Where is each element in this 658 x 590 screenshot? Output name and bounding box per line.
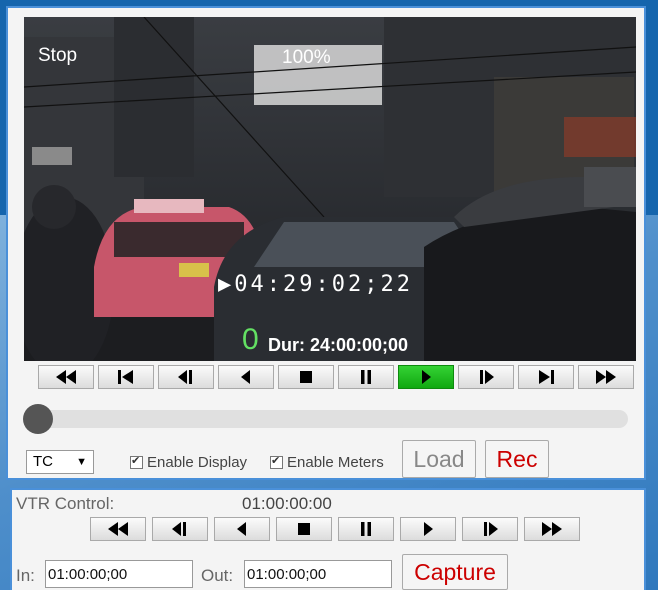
pause-icon <box>361 522 371 536</box>
duration-overlay: Dur: 24:00:00;00 <box>268 335 409 355</box>
timecode-overlay: ▶04:29:02;22 <box>218 272 413 297</box>
capture-button[interactable]: Capture <box>402 554 508 590</box>
step-back-button[interactable] <box>158 365 214 389</box>
step-forward-icon <box>480 370 494 384</box>
go-to-start-button[interactable] <box>98 365 154 389</box>
vtr-stop-button[interactable] <box>276 517 332 541</box>
vtr-play-button[interactable] <box>400 517 456 541</box>
stop-icon <box>300 371 312 383</box>
enable-meters-label: Enable Meters <box>287 454 384 471</box>
vtr-control-panel: VTR Control: 01:00:00:00 In: 01:00:00;00… <box>10 488 646 590</box>
vtr-reverse-play-button[interactable] <box>214 517 270 541</box>
dropdown-arrow-icon: ▼ <box>76 456 87 468</box>
player-panel: Stop 100% ▶04:29:02;22 0 Dur: 24:00:00;0… <box>6 6 646 480</box>
step-back-icon <box>172 522 186 536</box>
in-point-field[interactable]: 01:00:00;00 <box>45 560 193 588</box>
rewind-button[interactable] <box>38 365 94 389</box>
play-button[interactable] <box>398 365 454 389</box>
fast-forward-icon <box>542 522 562 536</box>
rewind-icon <box>56 370 76 384</box>
timecode-mode-value: TC <box>33 453 53 470</box>
enable-display-label: Enable Display <box>147 454 248 471</box>
rewind-icon <box>108 522 128 536</box>
pause-icon <box>361 370 371 384</box>
checkbox-checked-icon <box>270 454 283 469</box>
go-to-start-icon <box>118 370 133 384</box>
stop-button[interactable] <box>278 365 334 389</box>
step-back-icon <box>178 370 192 384</box>
timecode-mode-select[interactable]: TC ▼ <box>26 450 94 474</box>
go-to-end-button[interactable] <box>518 365 574 389</box>
play-icon <box>424 522 433 536</box>
playback-speed: 100% <box>282 47 331 68</box>
out-point-label: Out: <box>201 566 234 585</box>
transport-controls <box>38 365 634 389</box>
reverse-play-icon <box>237 522 246 536</box>
vtr-step-forward-button[interactable] <box>462 517 518 541</box>
step-forward-icon <box>484 522 498 536</box>
position-slider[interactable] <box>23 404 628 434</box>
vtr-fast-forward-button[interactable] <box>524 517 580 541</box>
checkbox-checked-icon <box>130 454 143 469</box>
step-forward-button[interactable] <box>458 365 514 389</box>
in-point-label: In: <box>16 566 35 585</box>
pause-button[interactable] <box>338 365 394 389</box>
vtr-rewind-button[interactable] <box>90 517 146 541</box>
enable-display-checkbox[interactable]: Enable Display <box>130 454 247 471</box>
vtr-pause-button[interactable] <box>338 517 394 541</box>
play-icon <box>422 370 431 384</box>
enable-meters-checkbox[interactable]: Enable Meters <box>270 454 384 471</box>
stop-icon <box>298 523 310 535</box>
fast-forward-button[interactable] <box>578 365 634 389</box>
rec-button[interactable]: Rec <box>485 440 549 478</box>
video-viewport[interactable]: Stop 100% ▶04:29:02;22 0 Dur: 24:00:00;0… <box>24 17 636 361</box>
vtr-step-back-button[interactable] <box>152 517 208 541</box>
vtr-control-label: VTR Control: <box>16 494 115 513</box>
audio-meter-value: 0 <box>242 323 259 356</box>
reverse-play-icon <box>241 370 250 384</box>
playback-state: Stop <box>38 45 78 66</box>
vtr-transport-controls <box>90 517 580 541</box>
vtr-timecode: 01:00:00:00 <box>242 494 332 513</box>
out-point-field[interactable]: 01:00:00;00 <box>244 560 392 588</box>
fast-forward-icon <box>596 370 616 384</box>
position-slider-thumb[interactable] <box>23 404 53 434</box>
load-button[interactable]: Load <box>402 440 476 478</box>
reverse-play-button[interactable] <box>218 365 274 389</box>
go-to-end-icon <box>539 370 554 384</box>
